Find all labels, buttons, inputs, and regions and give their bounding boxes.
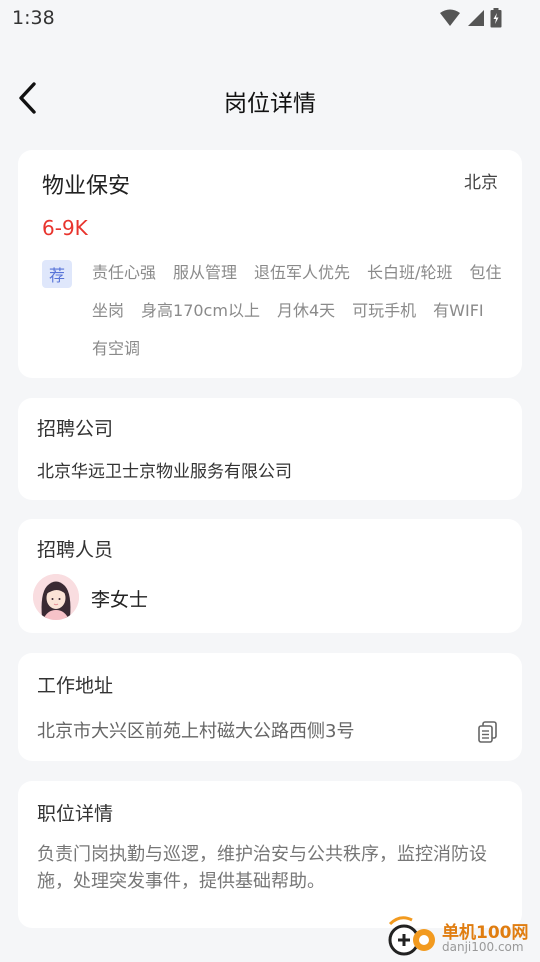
watermark-logo-icon (386, 914, 438, 958)
header: 岗位详情 (0, 70, 540, 130)
job-summary-card: 物业保安 北京 6-9K 荐 责任心强 服从管理 退伍军人优先 长白班/轮班 包… (18, 150, 522, 378)
recruiter-section-title: 招聘人员 (37, 539, 114, 561)
recruiter-card[interactable]: 招聘人员 李女士 (18, 519, 522, 633)
job-tag: 长白班/轮班 (367, 263, 453, 282)
recommend-badge: 荐 (42, 260, 72, 288)
job-tag: 有WIFI (433, 301, 484, 320)
watermark: 单机100网 danji100.com (386, 908, 536, 958)
job-tags: 责任心强 服从管理 退伍军人优先 长白班/轮班 包住 坐岗 身高170cm以上 … (92, 258, 502, 364)
battery-icon (490, 8, 502, 32)
signal-icon (466, 9, 484, 31)
company-name: 北京华远卫士京物业服务有限公司 (37, 462, 292, 482)
job-tag: 身高170cm以上 (141, 301, 260, 320)
address-card: 工作地址 北京市大兴区前苑上村磁大公路西侧3号 (18, 653, 522, 761)
company-section-title: 招聘公司 (37, 418, 114, 440)
job-city: 北京 (464, 173, 498, 193)
job-tag: 服从管理 (173, 263, 238, 282)
job-tag: 包住 (469, 263, 502, 282)
status-time: 1:38 (12, 7, 55, 29)
job-tag: 有空调 (92, 339, 141, 358)
status-icons (440, 8, 502, 32)
status-bar: 1:38 (0, 0, 540, 36)
address-section-title: 工作地址 (37, 675, 114, 697)
address-text: 北京市大兴区前苑上村磁大公路西侧3号 (37, 721, 355, 742)
page-title: 岗位详情 (224, 91, 316, 117)
job-tag: 月休4天 (276, 301, 336, 320)
job-salary: 6-9K (42, 216, 88, 240)
job-tag: 可玩手机 (352, 301, 417, 320)
avatar (33, 574, 79, 620)
copy-icon[interactable] (478, 721, 498, 743)
job-tag: 责任心强 (92, 263, 157, 282)
job-title: 物业保安 (42, 174, 131, 199)
job-description-card: 职位详情 负责门岗执勤与巡逻，维护治安与公共秩序，监控消防设施，处理突发事件，提… (18, 781, 522, 928)
watermark-url: danji100.com (442, 940, 524, 954)
description-section-title: 职位详情 (37, 803, 114, 825)
company-card[interactable]: 招聘公司 北京华远卫士京物业服务有限公司 (18, 398, 522, 500)
recruiter-name: 李女士 (91, 589, 149, 611)
wifi-icon (440, 9, 460, 31)
job-tag: 坐岗 (92, 301, 125, 320)
job-tag: 退伍军人优先 (254, 263, 351, 282)
description-text: 负责门岗执勤与巡逻，维护治安与公共秩序，监控消防设施，处理突发事件，提供基础帮助… (37, 844, 487, 892)
